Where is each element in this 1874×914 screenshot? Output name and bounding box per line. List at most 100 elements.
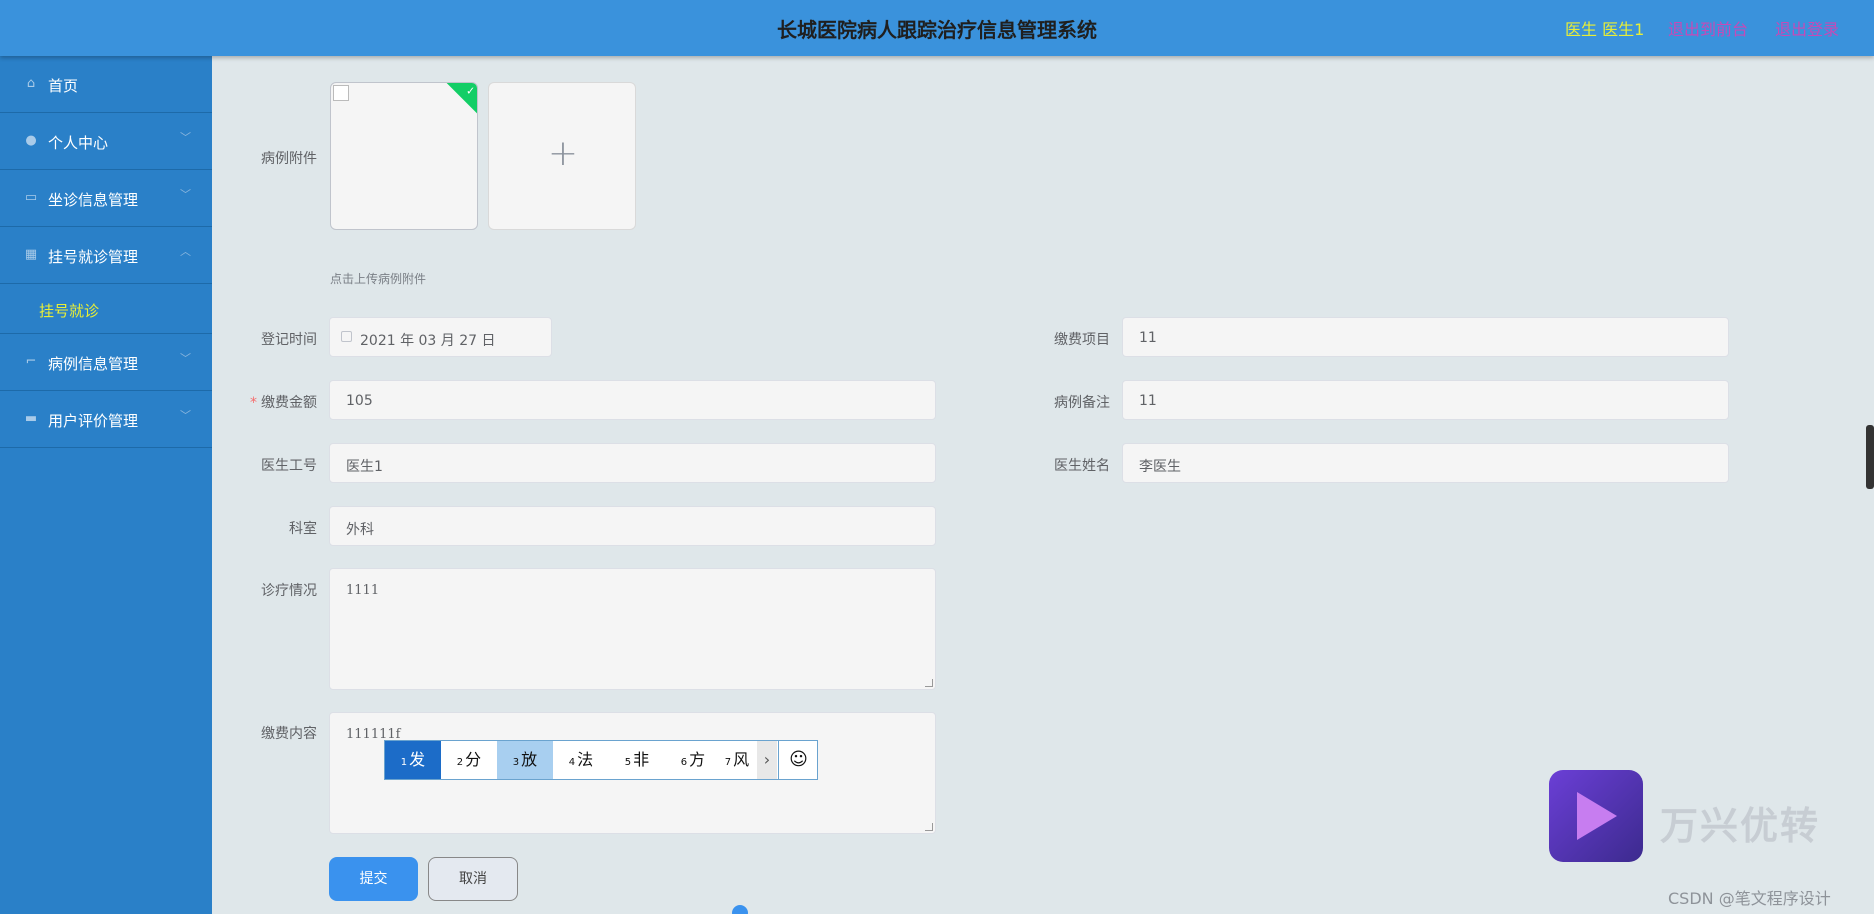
ime-candidate[interactable]: 3放 — [497, 741, 553, 779]
sidebar-item-case-info[interactable]: ⌐ 病例信息管理 ﹀ — [0, 334, 212, 391]
ime-candidate[interactable]: 2分 — [441, 741, 497, 779]
exit-frontend-link[interactable]: 退出到前台 — [1668, 16, 1748, 40]
sidebar-item-label: 病例信息管理 — [48, 355, 139, 373]
home-icon: ⌂ — [26, 76, 36, 91]
sidebar-item-label: 个人中心 — [48, 134, 109, 152]
doctor-name-label: 医生姓名 — [1054, 458, 1110, 474]
required-asterisk: * — [250, 395, 257, 411]
amount-label: * 缴费金额 — [217, 392, 317, 412]
ime-next-page-icon[interactable]: › — [757, 741, 777, 779]
remark-value: 11 — [1139, 393, 1157, 409]
upload-attachment-button[interactable]: + — [488, 82, 636, 230]
chevron-down-icon: ﹀ — [180, 409, 191, 422]
logout-link[interactable]: 退出登录 — [1775, 16, 1839, 40]
ime-candidate-bar: 1发 2分 3放 4法 5非 6方 7风 › ☺ — [384, 740, 818, 780]
chat-icon: ▭ — [24, 190, 38, 205]
doctor-id-input[interactable]: 医生1 — [329, 443, 936, 483]
ime-candidate-number: 4 — [568, 757, 576, 768]
amount-label-text: 缴费金额 — [261, 395, 317, 411]
ime-candidate-number: 5 — [624, 757, 632, 768]
chevron-down-icon: ﹀ — [180, 352, 191, 365]
user-icon: ● — [25, 133, 37, 148]
upload-tip: 点击上传病例附件 — [330, 272, 427, 286]
picture-icon: ▬ — [24, 411, 38, 426]
ime-candidate[interactable]: 6方 — [665, 741, 721, 779]
ime-candidate[interactable]: 5非 — [609, 741, 665, 779]
scroll-indicator-dot — [732, 905, 748, 914]
chevron-down-icon: ﹀ — [180, 131, 191, 144]
calendar-icon — [341, 331, 352, 342]
dept-value: 外科 — [346, 522, 374, 538]
content-label: 缴费内容 — [261, 726, 317, 742]
ime-candidate-number: 2 — [456, 757, 464, 768]
sidebar-subitem-label: 挂号就诊 — [39, 302, 100, 320]
doctor-id-label: 医生工号 — [261, 458, 317, 474]
ime-candidate-char: 方 — [689, 750, 706, 769]
chevron-up-icon: ︿ — [180, 245, 191, 258]
reg-time-date-picker[interactable]: 2021 年 03 月 27 日 — [329, 317, 552, 357]
amount-value: 105 — [346, 393, 373, 409]
grid-icon: ▦ — [24, 247, 38, 262]
dept-input[interactable]: 外科 — [329, 506, 936, 546]
ime-candidate-char: 发 — [409, 750, 426, 769]
fee-item-value: 11 — [1139, 330, 1157, 346]
current-user: 医生 医生1 — [1565, 20, 1645, 39]
cancel-button[interactable]: 取消 — [428, 857, 518, 901]
diagnosis-textarea[interactable]: 1111 — [329, 568, 936, 690]
ime-candidate-char: 法 — [577, 750, 594, 769]
chevron-down-icon: ﹀ — [180, 188, 191, 201]
scrollbar-thumb[interactable] — [1866, 425, 1874, 489]
remark-input[interactable]: 11 — [1122, 380, 1729, 420]
resize-handle[interactable] — [925, 823, 933, 831]
emoji-icon[interactable]: ☺ — [778, 741, 818, 779]
watermark-credit: CSDN @笔文程序设计 — [1668, 889, 1831, 908]
doctor-name-input[interactable]: 李医生 — [1122, 443, 1729, 483]
ime-candidate[interactable]: 4法 — [553, 741, 609, 779]
ime-candidate-number: 6 — [680, 757, 688, 768]
upload-success-badge: ✓ — [446, 83, 477, 116]
ime-candidate-char: 非 — [633, 750, 650, 769]
amount-input[interactable]: 105 — [329, 380, 936, 420]
resize-handle[interactable] — [925, 679, 933, 687]
sidebar-item-label: 首页 — [48, 77, 79, 95]
attachment-thumbnail[interactable]: ✓ — [330, 82, 478, 230]
plus-icon: + — [547, 133, 579, 174]
ime-candidate[interactable]: 1发 — [385, 741, 441, 779]
ime-candidate-char: 风 — [733, 750, 750, 769]
remark-label: 病例备注 — [1054, 395, 1110, 411]
diagnosis-label: 诊疗情况 — [261, 583, 317, 599]
top-bar: 长城医院病人跟踪治疗信息管理系统 医生 医生1 退出到前台 退出登录 — [0, 0, 1874, 56]
wondershare-logo — [1549, 770, 1643, 862]
doctor-id-value: 医生1 — [346, 459, 383, 475]
ime-candidate[interactable]: 7风 — [715, 741, 759, 779]
play-icon — [1577, 792, 1617, 840]
sidebar-item-personal-center[interactable]: ● 个人中心 ﹀ — [0, 113, 212, 170]
reg-time-label: 登记时间 — [261, 332, 317, 348]
sidebar: ⌂ 首页 ● 个人中心 ﹀ ▭ 坐诊信息管理 ﹀ ▦ 挂号就诊管理 ︿ 挂号就诊… — [0, 56, 212, 914]
ime-candidate-number: 3 — [512, 757, 520, 768]
check-icon: ✓ — [466, 84, 476, 98]
submit-button[interactable]: 提交 — [329, 857, 418, 901]
sidebar-item-label: 坐诊信息管理 — [48, 191, 139, 209]
fee-item-input[interactable]: 11 — [1122, 317, 1729, 357]
ime-candidate-char: 分 — [465, 750, 482, 769]
diagnosis-value: 1111 — [346, 583, 380, 598]
broken-image-icon — [333, 85, 349, 101]
ime-candidate-number: 7 — [724, 757, 732, 768]
sidebar-item-registration[interactable]: ▦ 挂号就诊管理 ︿ — [0, 227, 212, 284]
doctor-name-value: 李医生 — [1139, 459, 1181, 475]
sidebar-item-user-review[interactable]: ▬ 用户评价管理 ﹀ — [0, 391, 212, 448]
sidebar-subitem-registration-visit[interactable]: 挂号就诊 — [0, 284, 212, 334]
fee-item-label: 缴费项目 — [1054, 332, 1110, 348]
crop-icon: ⌐ — [25, 354, 37, 369]
reg-time-value: 2021 年 03 月 27 日 — [360, 333, 496, 349]
sidebar-item-label: 用户评价管理 — [48, 412, 139, 430]
watermark-brand: 万兴优转 — [1660, 804, 1821, 848]
sidebar-item-consult-info[interactable]: ▭ 坐诊信息管理 ﹀ — [0, 170, 212, 227]
attachment-label: 病例附件 — [261, 151, 317, 167]
sidebar-item-label: 挂号就诊管理 — [48, 248, 139, 266]
ime-candidate-char: 放 — [521, 750, 538, 769]
sidebar-item-home[interactable]: ⌂ 首页 — [0, 56, 212, 113]
dept-label: 科室 — [289, 521, 317, 537]
ime-candidate-number: 1 — [400, 757, 408, 768]
